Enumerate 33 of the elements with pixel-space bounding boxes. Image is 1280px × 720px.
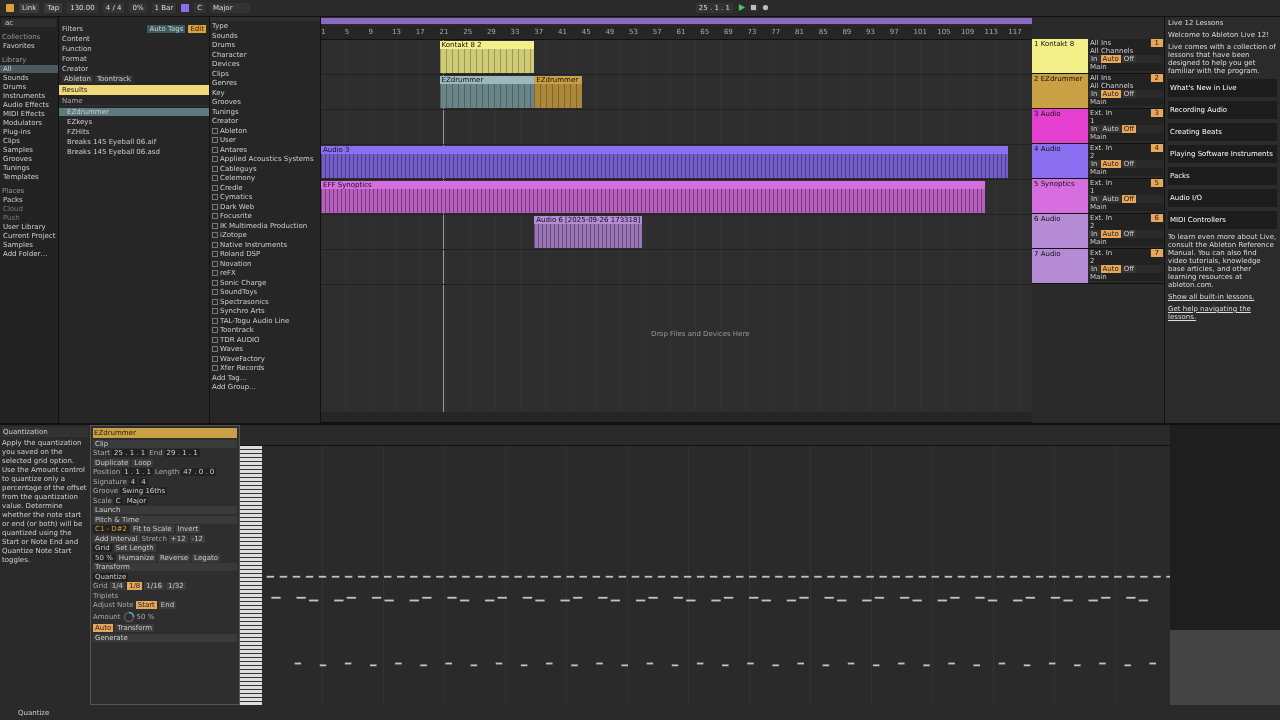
play-icon[interactable]	[738, 4, 745, 12]
checkbox[interactable]	[212, 156, 218, 163]
checkbox[interactable]	[212, 203, 218, 210]
checkbox[interactable]	[212, 194, 218, 201]
checkbox[interactable]	[212, 146, 218, 153]
checkbox[interactable]	[212, 165, 218, 172]
checkbox[interactable]	[212, 222, 218, 229]
scale-icon[interactable]	[181, 3, 190, 12]
checkbox[interactable]	[212, 279, 218, 286]
checkbox[interactable]	[212, 127, 218, 134]
checkbox[interactable]	[212, 355, 218, 362]
checkbox[interactable]	[212, 184, 218, 191]
stop-icon[interactable]	[750, 4, 757, 12]
checkbox[interactable]	[212, 260, 218, 267]
checkbox[interactable]	[212, 232, 218, 239]
checkbox[interactable]	[212, 365, 218, 372]
checkbox[interactable]	[212, 270, 218, 277]
checkbox[interactable]	[212, 175, 218, 182]
overview-bar[interactable]	[321, 17, 1032, 24]
record-icon[interactable]	[762, 4, 769, 12]
checkbox[interactable]	[212, 289, 218, 296]
checkbox[interactable]	[212, 241, 218, 248]
checkbox[interactable]	[212, 213, 218, 220]
checkbox[interactable]	[212, 308, 218, 315]
checkbox[interactable]	[212, 336, 218, 343]
checkbox[interactable]	[212, 327, 218, 334]
checkbox[interactable]	[212, 346, 218, 353]
checkbox[interactable]	[212, 251, 218, 258]
amount-knob[interactable]	[122, 610, 135, 623]
piano-keys[interactable]	[240, 446, 262, 706]
checkbox[interactable]	[212, 298, 218, 305]
checkbox[interactable]	[212, 317, 218, 324]
checkbox[interactable]	[212, 137, 218, 144]
